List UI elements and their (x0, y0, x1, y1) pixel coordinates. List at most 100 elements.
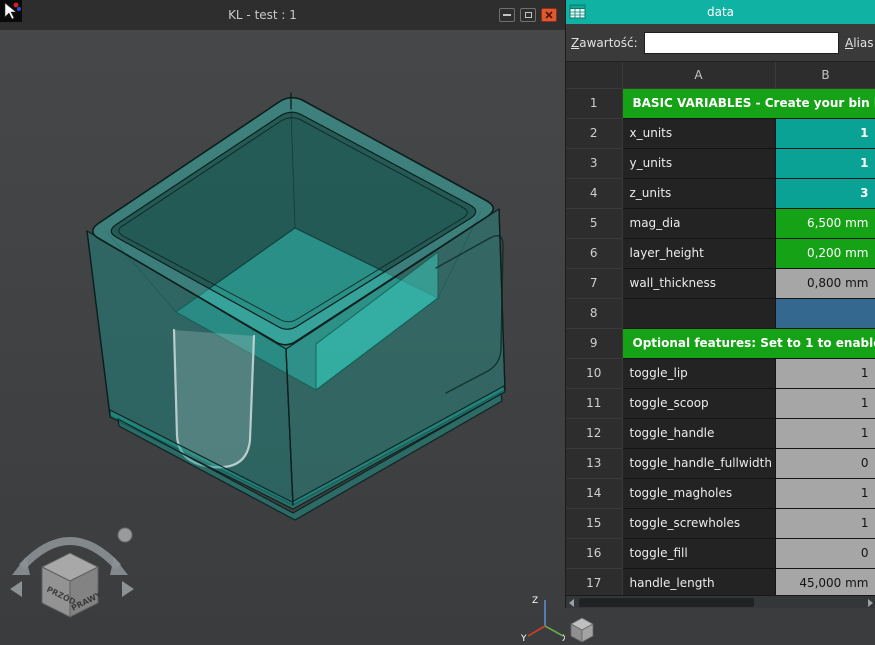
sheet-row: 6layer_height0,200 mm (566, 238, 875, 268)
cell-a[interactable]: layer_height (622, 238, 775, 268)
sheet-row: 4z_units3 (566, 178, 875, 208)
row-number[interactable]: 10 (566, 358, 622, 388)
cell-b[interactable]: 1 (775, 118, 875, 148)
cell-a[interactable]: x_units (622, 118, 775, 148)
cell-b[interactable]: 3 (775, 178, 875, 208)
alias-label: Alias (845, 36, 875, 50)
cell-a[interactable]: mag_dia (622, 208, 775, 238)
cell-b[interactable] (775, 298, 875, 328)
sheet-row: 8 (566, 298, 875, 328)
sheet-row: 14toggle_magholes1 (566, 478, 875, 508)
scroll-right-arrow-icon[interactable] (868, 599, 873, 607)
axis-y-label: Y (520, 634, 527, 642)
cell-b[interactable]: 0 (775, 538, 875, 568)
scroll-left-arrow-icon[interactable] (569, 599, 574, 607)
spreadsheet-table: A B 1BASIC VARIABLES - Create your bin h… (566, 62, 875, 595)
window-controls (499, 8, 557, 22)
sheet-row: 16toggle_fill0 (566, 538, 875, 568)
mouse-cursor-icon (0, 0, 24, 24)
cell-a[interactable] (622, 298, 775, 328)
navcube-home-icon[interactable] (118, 528, 132, 542)
cell-b[interactable]: 0 (775, 448, 875, 478)
cell-b[interactable]: 1 (775, 418, 875, 448)
cell-b[interactable]: 1 (775, 148, 875, 178)
cell-a[interactable]: y_units (622, 148, 775, 178)
cell-a[interactable]: toggle_magholes (622, 478, 775, 508)
cell-b[interactable]: 45,000 mm (775, 568, 875, 595)
spreadsheet[interactable]: A B 1BASIC VARIABLES - Create your bin h… (566, 62, 875, 595)
column-header-a[interactable]: A (622, 62, 775, 88)
viewport-strip (565, 608, 875, 644)
cell-b[interactable]: 0,200 mm (775, 238, 875, 268)
sheet-row: 13toggle_handle_fullwidth0 (566, 448, 875, 478)
sheet-body: 1BASIC VARIABLES - Create your bin here2… (566, 88, 875, 595)
cell-b[interactable]: 6,500 mm (775, 208, 875, 238)
cell-a[interactable]: toggle_handle_fullwidth (622, 448, 775, 478)
sheet-row: 17handle_length45,000 mm (566, 568, 875, 595)
close-button[interactable] (541, 8, 557, 22)
cell-b[interactable]: 0,800 mm (775, 268, 875, 298)
cell-a[interactable]: toggle_lip (622, 358, 775, 388)
row-number[interactable]: 14 (566, 478, 622, 508)
sheet-row: 15toggle_screwholes1 (566, 508, 875, 538)
header-row: A B (566, 62, 875, 88)
row-number[interactable]: 17 (566, 568, 622, 595)
row-number[interactable]: 2 (566, 118, 622, 148)
axis-indicator: Z X Y (518, 588, 570, 642)
cell-b[interactable]: 1 (775, 388, 875, 418)
panel-title: data (566, 0, 875, 24)
panel-titlebar[interactable]: data (566, 0, 875, 24)
row-number[interactable]: 8 (566, 298, 622, 328)
sheet-row: 12toggle_handle1 (566, 418, 875, 448)
navcube-left-arrow-icon[interactable] (10, 581, 22, 597)
close-icon (545, 11, 553, 19)
navcube-right-arrow-icon[interactable] (122, 581, 134, 597)
row-number[interactable]: 1 (566, 88, 622, 118)
row-number[interactable]: 5 (566, 208, 622, 238)
sheet-row: 3y_units1 (566, 148, 875, 178)
cell-b[interactable]: 1 (775, 358, 875, 388)
corner-header[interactable] (566, 62, 622, 88)
column-header-b[interactable]: B (775, 62, 875, 88)
cell-a[interactable]: toggle_fill (622, 538, 775, 568)
row-number[interactable]: 4 (566, 178, 622, 208)
sheet-row: 1BASIC VARIABLES - Create your bin here (566, 88, 875, 118)
cell-a[interactable]: wall_thickness (622, 268, 775, 298)
row-number[interactable]: 3 (566, 148, 622, 178)
sheet-row: 11toggle_scoop1 (566, 388, 875, 418)
banner-cell[interactable]: Optional features: Set to 1 to enable, 0… (622, 328, 875, 358)
row-number[interactable]: 9 (566, 328, 622, 358)
cell-b[interactable]: 1 (775, 508, 875, 538)
content-toolbar: Zawartość: Alias (566, 24, 875, 62)
sheet-row: 2x_units1 (566, 118, 875, 148)
cell-a[interactable]: handle_length (622, 568, 775, 595)
cell-a[interactable]: toggle_screwholes (622, 508, 775, 538)
cell-a[interactable]: z_units (622, 178, 775, 208)
axis-z-label: Z (532, 596, 538, 606)
banner-cell[interactable]: BASIC VARIABLES - Create your bin here (622, 88, 875, 118)
row-number[interactable]: 12 (566, 418, 622, 448)
row-number[interactable]: 11 (566, 388, 622, 418)
scrollbar-thumb[interactable] (579, 598, 754, 607)
row-number[interactable]: 7 (566, 268, 622, 298)
row-number[interactable]: 6 (566, 238, 622, 268)
row-number[interactable]: 15 (566, 508, 622, 538)
cad-titlebar[interactable]: KL - test : 1 (0, 0, 565, 30)
navigation-cube[interactable]: PRZÓD PRAWY (2, 505, 142, 645)
cad-window: PRZÓD PRAWY Z X Y KL - test : 1 (0, 0, 565, 644)
content-input[interactable] (644, 32, 839, 54)
row-number[interactable]: 13 (566, 448, 622, 478)
content-label: Zawartość: (571, 36, 638, 50)
data-panel-window: data Zawartość: Alias A B 1BASIC VARIABL… (565, 0, 875, 608)
row-number[interactable]: 16 (566, 538, 622, 568)
cell-a[interactable]: toggle_handle (622, 418, 775, 448)
sheet-row: 7wall_thickness0,800 mm (566, 268, 875, 298)
minimize-icon (503, 14, 511, 16)
cell-a[interactable]: toggle_scoop (622, 388, 775, 418)
maximize-button[interactable] (520, 8, 536, 22)
sheet-row: 10toggle_lip1 (566, 358, 875, 388)
origin-cube-icon[interactable] (567, 614, 597, 644)
minimize-button[interactable] (499, 8, 515, 22)
cell-b[interactable]: 1 (775, 478, 875, 508)
horizontal-scrollbar[interactable] (566, 595, 875, 608)
